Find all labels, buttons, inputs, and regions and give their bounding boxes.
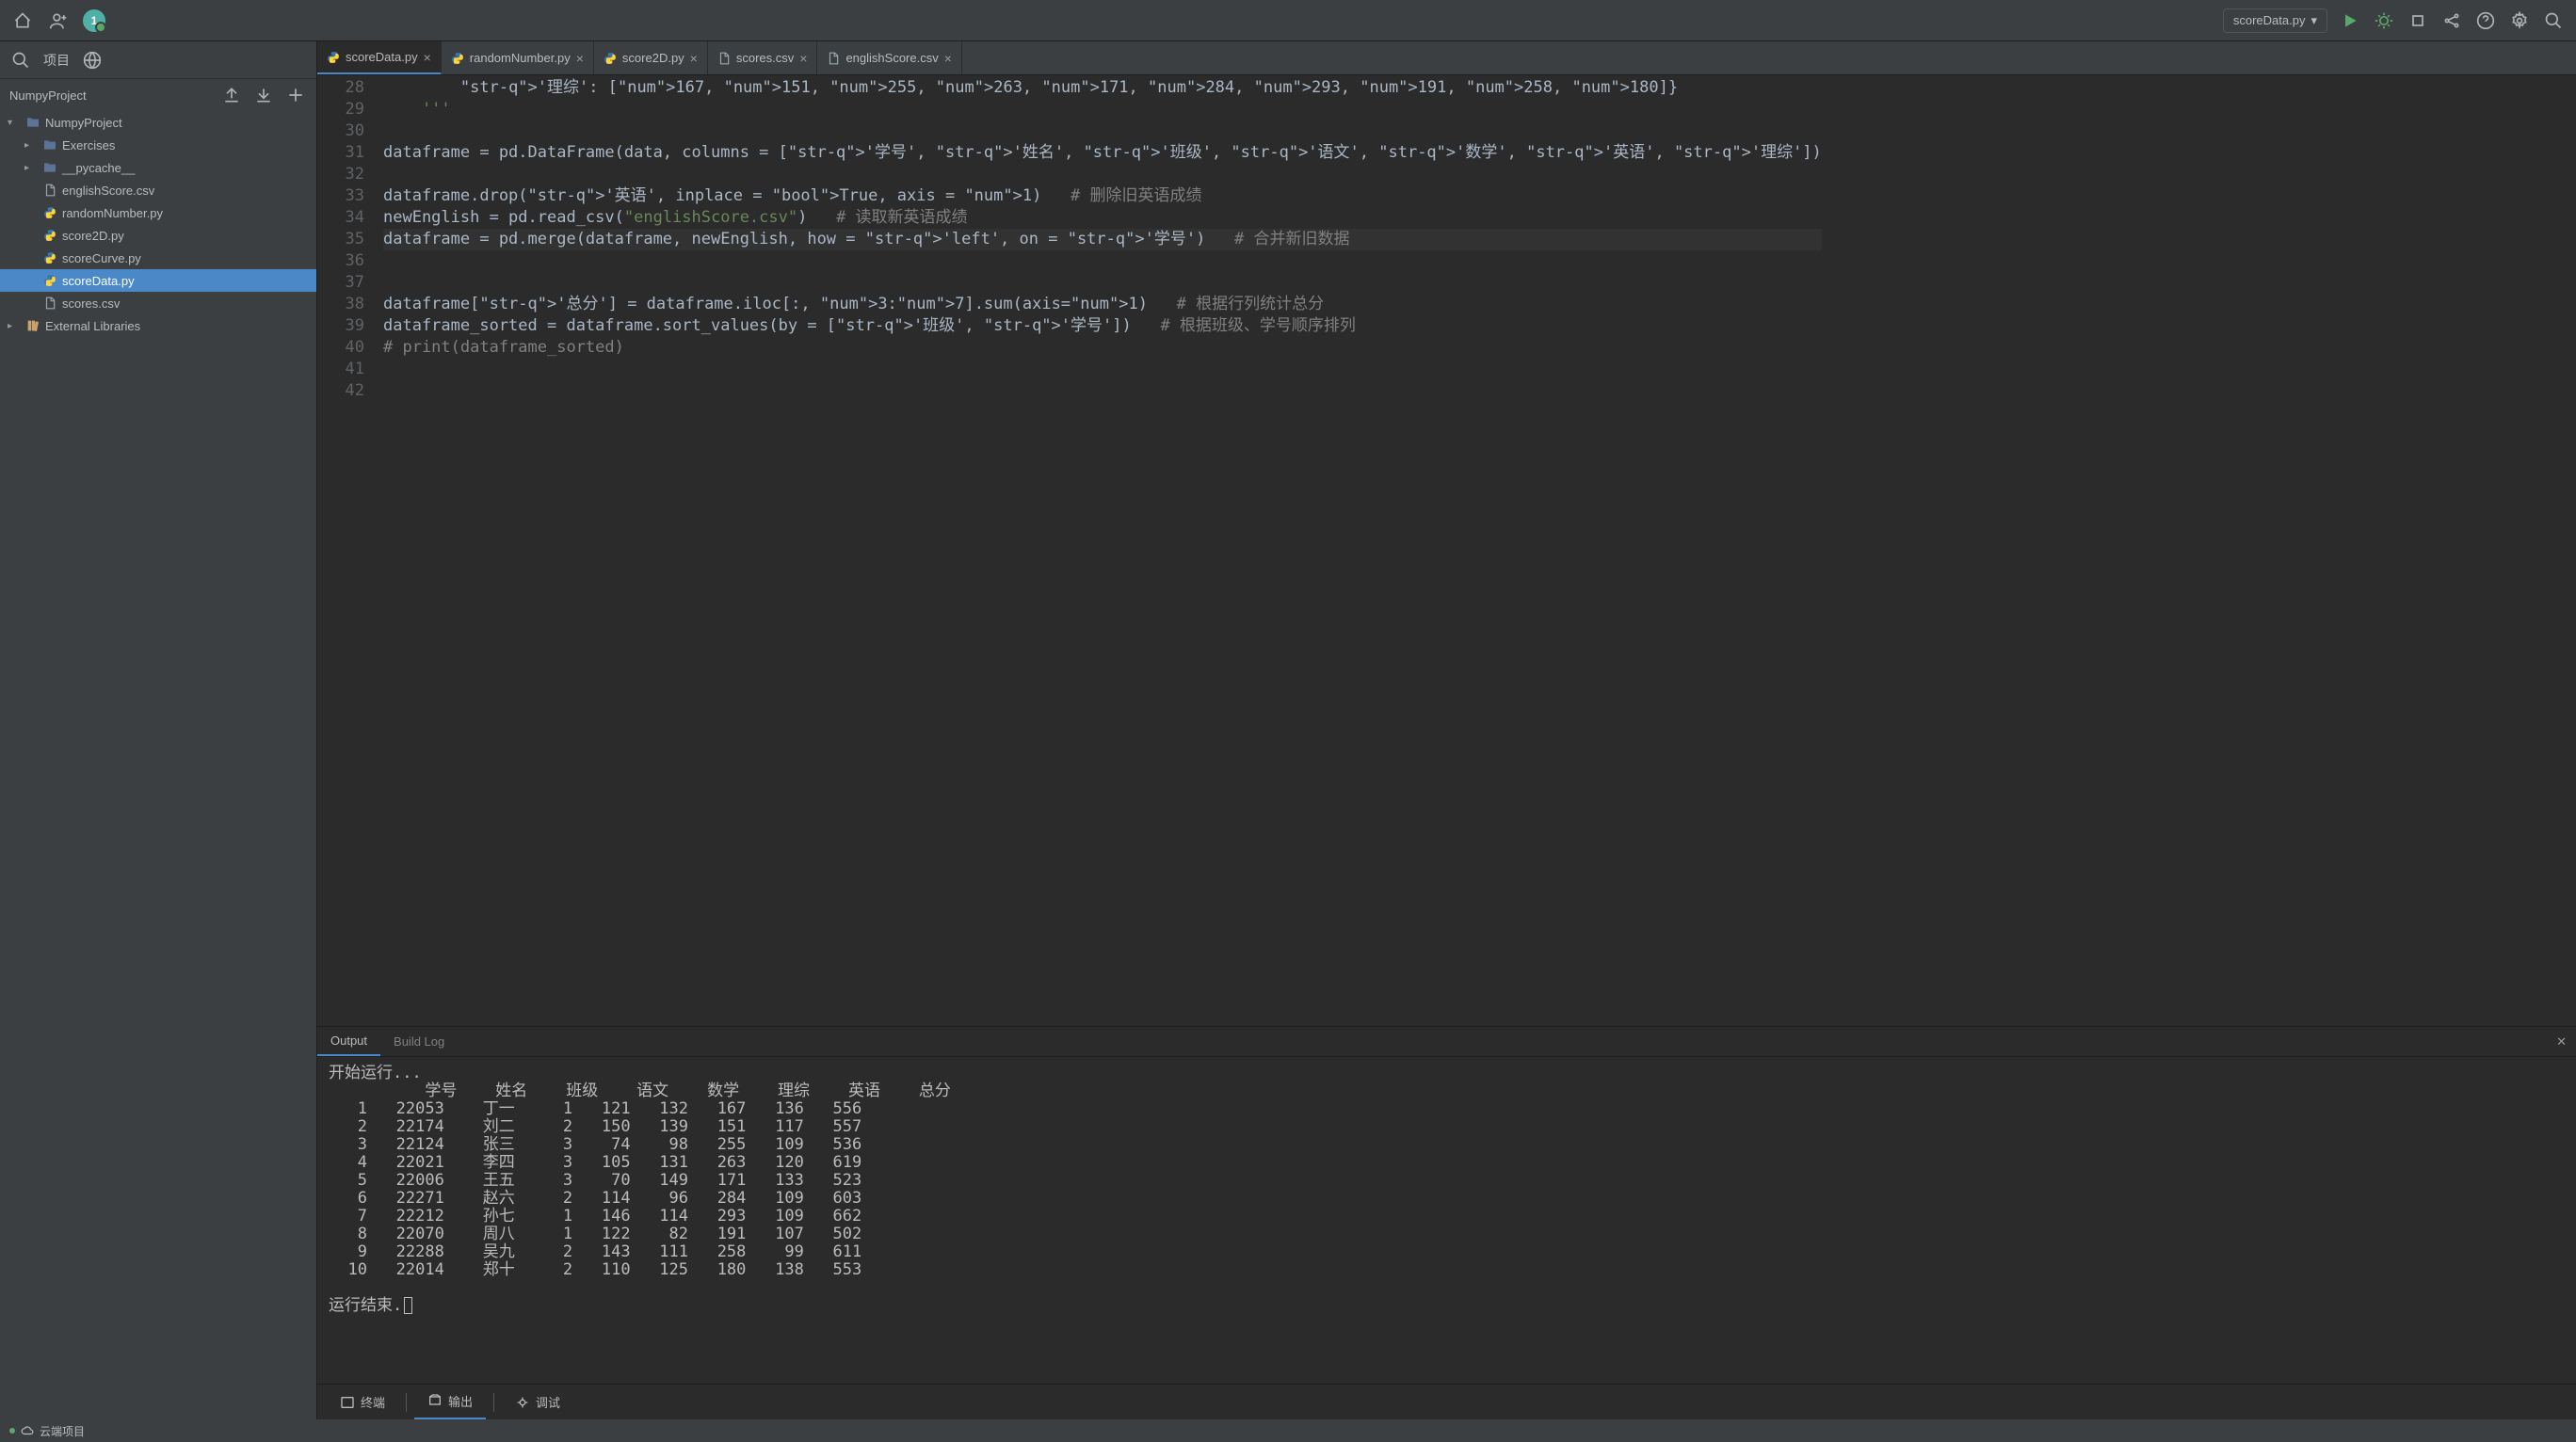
download-icon[interactable] [252, 84, 275, 106]
close-icon[interactable]: × [424, 50, 431, 65]
editor-tabs: scoreData.py × randomNumber.py × score2D.py ×… [317, 41, 2576, 75]
tree-item-label: Exercises [62, 138, 115, 152]
tree-item-label: randomNumber.py [62, 206, 163, 220]
title-bar: 1 scoreData.py ▾ [0, 0, 2576, 41]
editor-tab-randomnumber-py[interactable]: randomNumber.py × [442, 41, 594, 74]
cursor [404, 1297, 412, 1314]
tab-label: scores.csv [736, 51, 794, 65]
close-icon[interactable]: ✕ [2556, 1034, 2567, 1049]
tree-item-label: score2D.py [62, 229, 124, 243]
file-icon [41, 296, 58, 310]
debug-button[interactable] [2373, 9, 2395, 32]
add-icon[interactable] [284, 84, 307, 106]
tree-item-englishscore-csv[interactable]: englishScore.csv [0, 179, 316, 201]
tab-label: score2D.py [622, 51, 684, 65]
run-button[interactable] [2339, 9, 2361, 32]
python-icon [41, 206, 58, 219]
divider [406, 1393, 407, 1412]
home-icon[interactable] [11, 9, 34, 32]
run-config-label: scoreData.py [2233, 13, 2306, 27]
editor-tab-scores-csv[interactable]: scores.csv × [708, 41, 818, 74]
tab-label: scoreData.py [346, 50, 418, 64]
terminal-tab[interactable]: 终端 [327, 1386, 398, 1418]
upload-icon[interactable] [220, 84, 243, 106]
tree-item-label: scoreData.py [62, 274, 135, 288]
output-panel: Output Build Log ✕ 开始运行... 学号 姓名 班级 语文 数… [317, 1026, 2576, 1384]
settings-icon[interactable] [2508, 9, 2531, 32]
close-icon[interactable]: × [944, 51, 952, 66]
tree-item-numpyproject[interactable]: ▾ NumpyProject [0, 111, 316, 134]
tree-item-label: scores.csv [62, 296, 120, 311]
editor-tab-scoredata-py[interactable]: scoreData.py × [317, 41, 442, 74]
folder-icon [41, 137, 58, 152]
tab-label: englishScore.csv [845, 51, 938, 65]
output-content[interactable]: 开始运行... 学号 姓名 班级 语文 数学 理综 英语 总分 1 22053 … [317, 1057, 2576, 1384]
tree-item-external-libraries[interactable]: ▸ External Libraries [0, 314, 316, 337]
debug-bottom-tab[interactable]: 调试 [502, 1386, 573, 1418]
search-icon[interactable] [2542, 9, 2565, 32]
file-icon [41, 184, 58, 197]
close-icon[interactable]: × [576, 51, 584, 66]
tree-item-label: __pycache__ [62, 161, 135, 175]
folder-icon [41, 160, 58, 175]
project-sidebar: 项目 NumpyProject ▾NumpyProject▸Exerc [0, 41, 317, 1419]
tree-item-label: englishScore.csv [62, 184, 154, 198]
add-user-icon[interactable] [47, 9, 70, 32]
tree-item-randomnumber-py[interactable]: randomNumber.py [0, 201, 316, 224]
avatar[interactable]: 1 [83, 9, 105, 32]
stop-button[interactable] [2407, 9, 2429, 32]
tree-item-score2d-py[interactable]: score2D.py [0, 224, 316, 247]
chevron-icon: ▾ [8, 118, 21, 128]
help-icon[interactable] [2474, 9, 2497, 32]
chevron-icon: ▸ [24, 163, 38, 173]
status-dot-icon [9, 1428, 15, 1434]
cloud-icon [21, 1424, 34, 1437]
folder-icon [24, 115, 41, 130]
share-icon[interactable] [2440, 9, 2463, 32]
close-icon[interactable]: × [690, 51, 698, 66]
bottom-panel-tabs: 终端 输出 调试 [317, 1384, 2576, 1419]
output-tabs: Output Build Log ✕ [317, 1027, 2576, 1057]
tree-item-exercises[interactable]: ▸ Exercises [0, 134, 316, 156]
chevron-icon: ▸ [8, 321, 21, 331]
line-gutter: 282930313233343536373839404142 [317, 75, 383, 1026]
tree-item-label: External Libraries [45, 319, 140, 333]
tree-item-scores-csv[interactable]: scores.csv [0, 292, 316, 314]
code-editor[interactable]: 282930313233343536373839404142 "str-q">'… [317, 75, 2576, 1026]
tree-item-__pycache__[interactable]: ▸ __pycache__ [0, 156, 316, 179]
tree-item-label: scoreCurve.py [62, 251, 141, 265]
code-content[interactable]: "str-q">'理综': ["num">167, "num">151, "nu… [383, 75, 1822, 1026]
editor-tab-score2d-py[interactable]: score2D.py × [594, 41, 708, 74]
file-tree[interactable]: ▾ NumpyProject ▸ Exercises ▸ __pycache__engli… [0, 111, 316, 1419]
sidebar-search-icon[interactable] [9, 49, 32, 72]
sidebar-header: 项目 [0, 41, 316, 79]
chevron-down-icon: ▾ [2310, 13, 2317, 28]
python-icon [41, 251, 58, 264]
build-log-tab[interactable]: Build Log [380, 1027, 458, 1056]
project-name: NumpyProject [9, 88, 87, 103]
chevron-icon: ▸ [24, 140, 38, 151]
status-cloud-label: 云端项目 [40, 1423, 85, 1439]
editor-tab-englishscore-csv[interactable]: englishScore.csv × [817, 41, 961, 74]
tree-item-scoredata-py[interactable]: scoreData.py [0, 269, 316, 292]
globe-icon[interactable] [81, 49, 104, 72]
project-row: NumpyProject [0, 79, 316, 111]
divider [493, 1393, 494, 1412]
output-tab[interactable]: Output [317, 1027, 380, 1056]
tab-label: randomNumber.py [470, 51, 571, 65]
status-bar: 云端项目 [0, 1419, 2576, 1442]
run-configuration-selector[interactable]: scoreData.py ▾ [2223, 8, 2327, 33]
python-icon [41, 229, 58, 242]
close-icon[interactable]: × [799, 51, 807, 66]
project-label: 项目 [43, 51, 70, 70]
tree-item-label: NumpyProject [45, 116, 122, 130]
python-icon [41, 274, 58, 287]
tree-item-scorecurve-py[interactable]: scoreCurve.py [0, 247, 316, 269]
library-icon [24, 318, 41, 333]
output-bottom-tab[interactable]: 输出 [414, 1385, 486, 1420]
